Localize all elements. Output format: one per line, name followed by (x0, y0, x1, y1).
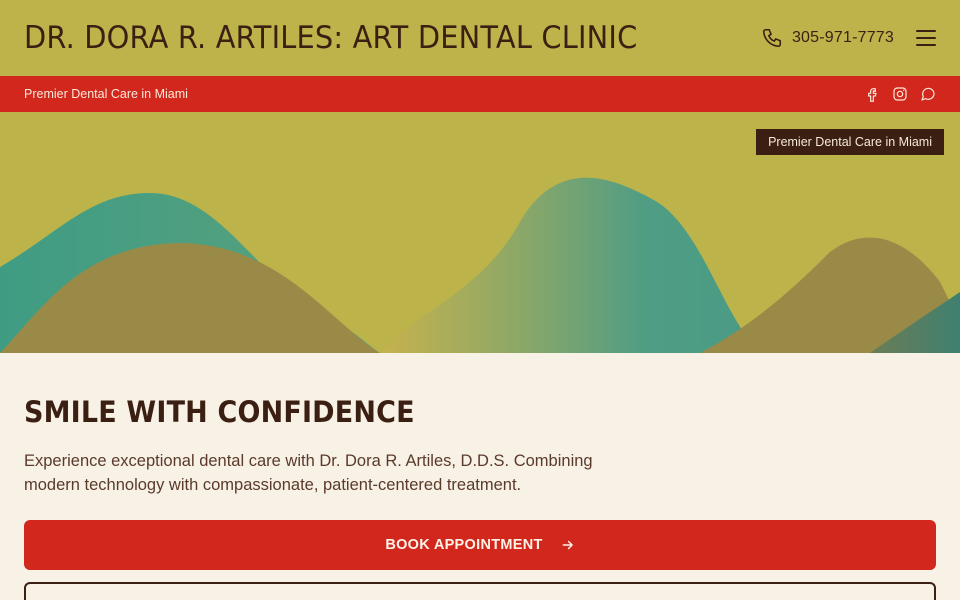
arrow-right-icon (561, 538, 575, 552)
book-appointment-button[interactable]: BOOK APPOINTMENT (24, 520, 936, 570)
intro-text: Experience exceptional dental care with … (24, 452, 593, 494)
header-actions: 305-971-7773 (761, 27, 936, 49)
facebook-icon[interactable] (864, 86, 880, 102)
announcement-bar: Premier Dental Care in Miami (0, 76, 960, 112)
phone-icon (761, 27, 783, 49)
secondary-button[interactable] (24, 582, 936, 600)
book-appointment-label: BOOK APPOINTMENT (385, 537, 543, 553)
phone-link[interactable]: 305-971-7773 (761, 27, 894, 49)
site-header: DR. DORA R. ARTILES: ART DENTAL CLINIC 3… (0, 0, 960, 76)
hamburger-menu-icon[interactable] (916, 30, 936, 46)
tagline: Premier Dental Care in Miami (24, 87, 188, 101)
page-headline: SMILE WITH CONFIDENCE (24, 395, 415, 429)
phone-number: 305-971-7773 (791, 29, 894, 46)
main-content: SMILE WITH CONFIDENCE Experience excepti… (24, 353, 936, 600)
hero-badge: Premier Dental Care in Miami (756, 129, 944, 155)
instagram-icon[interactable] (892, 86, 908, 102)
social-links (864, 86, 936, 102)
hero-banner: Premier Dental Care in Miami (0, 112, 960, 353)
chat-icon[interactable] (920, 86, 936, 102)
site-title[interactable]: DR. DORA R. ARTILES: ART DENTAL CLINIC (24, 20, 637, 56)
